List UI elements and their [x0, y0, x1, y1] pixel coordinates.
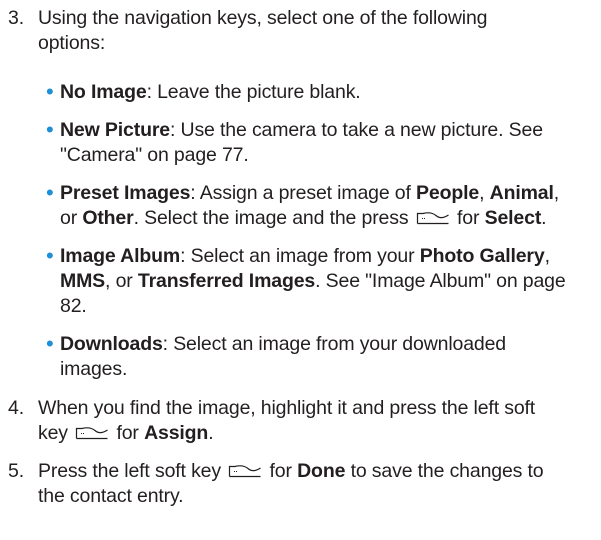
- bullet-icon: •: [46, 79, 54, 104]
- option-description: .: [541, 207, 547, 229]
- manual-page: 3. Using the navigation keys, select one…: [0, 0, 601, 540]
- step-text: to save the changes to: [350, 460, 544, 482]
- step-text-line: options:: [38, 32, 106, 54]
- option-description: . Select the image and the press: [133, 207, 409, 229]
- option-keyword: People: [416, 182, 480, 204]
- option-new-picture: • New Picture: Use the camera to take a …: [46, 118, 598, 168]
- step-number: 3.: [8, 7, 24, 29]
- option-description: 82.: [60, 295, 87, 317]
- option-description: images.: [60, 358, 128, 380]
- left-soft-key-icon: [416, 211, 450, 225]
- option-description: for: [457, 207, 480, 229]
- option-preset-images: • Preset Images: Assign a preset image o…: [46, 181, 598, 231]
- step-text-line: Using the navigation keys, select one of…: [38, 7, 488, 29]
- step-text: for: [269, 460, 292, 482]
- option-downloads: • Downloads: Select an image from your d…: [46, 332, 598, 382]
- option-description: ,: [479, 182, 490, 204]
- bullet-icon: •: [46, 331, 54, 356]
- bullet-icon: •: [46, 180, 54, 205]
- step-4: 4. When you find the image, highlight it…: [8, 396, 598, 446]
- option-term: Downloads: [60, 333, 163, 355]
- option-keyword: Transferred Images: [137, 270, 316, 292]
- step-text: for: [116, 422, 139, 444]
- option-description: ,: [544, 245, 550, 267]
- option-term: Image Album: [60, 245, 181, 267]
- option-description: ,: [553, 182, 560, 204]
- step-number: 5.: [8, 460, 24, 482]
- option-description: or: [60, 207, 83, 229]
- step-text: key: [38, 422, 68, 444]
- option-keyword: Other: [82, 207, 134, 229]
- option-keyword: Select: [484, 207, 542, 229]
- option-keyword: Photo Gallery: [419, 245, 545, 267]
- step-keyword: Done: [297, 460, 346, 482]
- option-description: : Use the camera to take a new picture. …: [169, 119, 543, 141]
- option-description: : Assign a preset image of: [190, 182, 417, 204]
- option-description: : Select an image from your: [180, 245, 420, 267]
- option-description: . See "Image Album" on page: [315, 270, 566, 292]
- option-term: No Image: [60, 81, 147, 103]
- step-text-line: the contact entry.: [38, 485, 184, 507]
- step-number: 4.: [8, 397, 24, 419]
- step-text: .: [208, 422, 214, 444]
- option-term: Preset Images: [60, 182, 191, 204]
- option-description: : Leave the picture blank.: [146, 81, 361, 103]
- option-keyword: MMS: [60, 270, 106, 292]
- option-keyword: Animal: [489, 182, 554, 204]
- option-image-album: • Image Album: Select an image from your…: [46, 244, 598, 319]
- step-keyword: Assign: [144, 422, 209, 444]
- bullet-icon: •: [46, 243, 54, 268]
- option-description: : Select an image from your downloaded: [162, 333, 506, 355]
- step-5: 5. Press the left soft key for Done to s…: [8, 459, 598, 509]
- left-soft-key-icon: [75, 426, 109, 440]
- option-description: "Camera" on page 77.: [60, 144, 249, 166]
- option-term: New Picture: [60, 119, 170, 141]
- step-text-line: When you find the image, highlight it an…: [38, 397, 536, 419]
- option-no-image: • No Image: Leave the picture blank.: [46, 80, 598, 105]
- bullet-icon: •: [46, 117, 54, 142]
- option-description: , or: [105, 270, 138, 292]
- left-soft-key-icon: [228, 464, 262, 478]
- step-text: Press the left soft key: [38, 460, 221, 482]
- step-3: 3. Using the navigation keys, select one…: [8, 6, 598, 56]
